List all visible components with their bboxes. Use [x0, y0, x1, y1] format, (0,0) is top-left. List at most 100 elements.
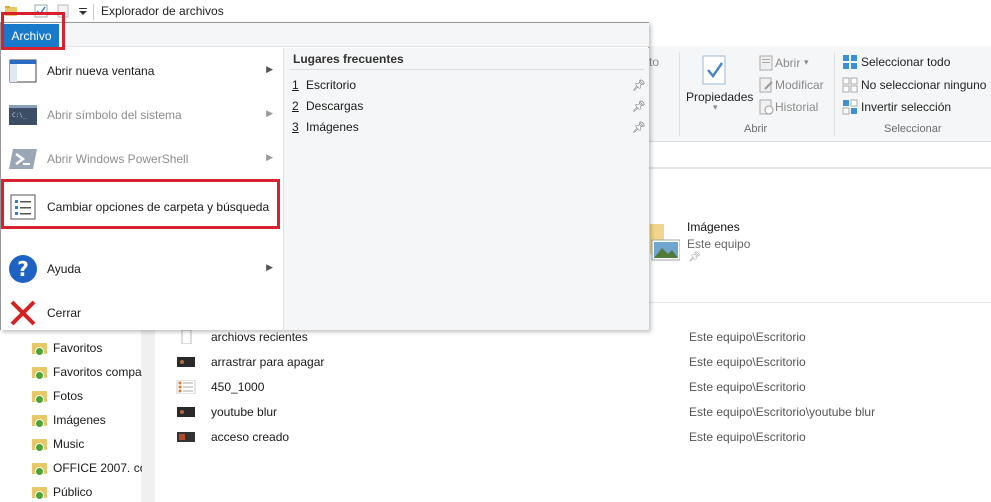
ribbon-separator [834, 52, 835, 136]
nav-item[interactable]: Favoritos [32, 338, 142, 358]
shared-folder-icon [32, 485, 48, 500]
edit-button[interactable]: Modificar [775, 78, 824, 92]
ribbon-partial-label: to [649, 55, 660, 69]
invert-selection-icon [842, 99, 858, 115]
chevron-right-icon: ▶ [266, 152, 273, 162]
invert-selection-button[interactable]: Invertir selección [861, 100, 951, 114]
menu-item-label: Abrir símbolo del sistema [47, 108, 182, 122]
frequent-places-divider [290, 69, 644, 70]
shared-folder-icon [32, 413, 48, 428]
nav-item[interactable]: Público [32, 482, 142, 502]
title-bar: Explorador de archivos [0, 0, 991, 24]
frequent-place-item[interactable]: 1 Escritorio 📌︎ [292, 75, 646, 95]
svg-text:?: ? [17, 257, 29, 281]
recent-file-name: youtube blur [211, 405, 278, 419]
nav-item-label: Favoritos [53, 341, 103, 355]
shared-folder-icon [32, 365, 48, 380]
recent-file-row[interactable]: arrastrar para apagar Este equipo\Escrito… [176, 351, 991, 373]
nav-item-label: Music [53, 437, 85, 451]
open-dropdown-arrow[interactable]: ▾ [804, 57, 809, 68]
history-button[interactable]: Historial [775, 100, 818, 114]
shared-folder-icon [32, 461, 48, 476]
open-button[interactable]: Abrir [775, 56, 800, 70]
frequent-places-panel: Lugares frecuentes 1 Escritorio 📌︎ 2 Descarg… [283, 48, 649, 330]
properties-icon[interactable] [700, 54, 730, 86]
command-prompt-icon: C:\_ [9, 105, 37, 125]
nav-item[interactable]: Imágenes [32, 410, 142, 430]
nav-item-label: Imágenes [53, 413, 106, 427]
list-image-icon [176, 379, 196, 395]
nav-item-label: OFFICE 2007. copia [53, 461, 142, 475]
properties-dropdown-arrow[interactable]: ▾ [713, 102, 718, 113]
menu-item-label: Abrir nueva ventana [47, 64, 155, 78]
select-all-button[interactable]: Seleccionar todo [861, 55, 950, 69]
menu-item-close[interactable]: Cerrar [3, 293, 281, 333]
help-icon: ? [9, 255, 37, 283]
highlight-box-file-tab [1, 12, 65, 50]
recent-file-path: Este equipo\Escritorio [689, 430, 806, 444]
nav-item[interactable]: OFFICE 2007. copia [32, 458, 142, 478]
nav-item-label: Favoritos compartidos [53, 365, 142, 379]
pin-icon[interactable]: 📌︎ [632, 100, 646, 113]
nav-item[interactable]: Music [32, 434, 142, 454]
nav-item[interactable]: Fotos [32, 386, 142, 406]
frequent-places-title: Lugares frecuentes [293, 52, 404, 66]
frequent-place-number: 2 [292, 99, 299, 113]
nav-scrollbar[interactable] [141, 330, 155, 502]
quick-access-name[interactable]: Imágenes [687, 220, 740, 234]
menu-item-powershell[interactable]: Abrir Windows PowerShell ▶ [3, 139, 281, 179]
recent-file-row[interactable]: 450_1000 Este equipo\Escritorio [176, 376, 991, 398]
shared-folder-icon [32, 437, 48, 452]
dark-image-icon [176, 405, 196, 419]
nav-item-label: Público [53, 485, 93, 499]
pin-icon: 📌︎ [688, 252, 701, 263]
close-icon [10, 300, 36, 326]
recent-file-row[interactable]: youtube blur Este equipo\Escritorio\youtu… [176, 401, 991, 423]
nav-item[interactable]: Favoritos compartidos [32, 362, 142, 382]
pictures-folder-icon[interactable] [650, 222, 680, 262]
menu-item-label: Abrir Windows PowerShell [47, 152, 189, 166]
properties-button[interactable]: Propiedades [686, 90, 753, 104]
recent-file-name: 450_1000 [211, 380, 265, 394]
select-none-icon [842, 77, 858, 93]
menu-item-new-window[interactable]: Abrir nueva ventana ▶ [3, 51, 281, 91]
frequent-place-item[interactable]: 3 Imágenes 📌︎ [292, 117, 646, 137]
file-menu: Abrir nueva ventana ▶ C:\_ Abrir símbolo… [0, 22, 649, 330]
menu-item-label: Cerrar [47, 306, 82, 320]
new-window-icon [9, 59, 37, 83]
menu-item-command-prompt[interactable]: C:\_ Abrir símbolo del sistema ▶ [3, 95, 281, 135]
menu-item-label: Ayuda [47, 262, 81, 276]
edit-icon [759, 77, 773, 93]
recent-file-name: arrastrar para apagar [211, 355, 325, 369]
history-icon [759, 99, 774, 115]
recent-file-name: acceso creado [211, 430, 290, 444]
recent-file-path: Este equipo\Escritorio [689, 355, 806, 369]
menu-top-strip [63, 23, 649, 47]
dark-image-icon [176, 355, 196, 369]
chevron-right-icon: ▶ [266, 64, 273, 74]
pin-icon[interactable]: 📌︎ [632, 121, 646, 134]
shared-folder-icon [32, 341, 48, 356]
divider [649, 168, 991, 169]
menu-item-help[interactable]: ? Ayuda ▶ [3, 249, 281, 289]
shared-folder-icon [32, 389, 48, 404]
frequent-place-name: Imágenes [306, 120, 359, 134]
recent-file-row[interactable]: acceso creado Este equipo\Escritorio [176, 426, 991, 448]
svg-text:C:\_: C:\_ [12, 112, 27, 119]
powershell-icon [9, 149, 37, 169]
chevron-right-icon: ▶ [266, 262, 273, 272]
frequent-place-name: Escritorio [306, 78, 357, 92]
shortcut-image-icon [176, 430, 196, 444]
highlight-box-folder-options [1, 179, 280, 229]
customize-toolbar-icon[interactable] [76, 4, 90, 18]
quick-access-location: Este equipo [687, 237, 751, 251]
open-group-caption: Abrir [744, 123, 768, 135]
select-none-button[interactable]: No seleccionar ninguno [861, 78, 986, 92]
frequent-place-name: Descargas [306, 99, 364, 113]
frequent-place-number: 3 [292, 120, 299, 134]
recent-file-path: Este equipo\Escritorio [689, 380, 806, 394]
ribbon-separator [679, 52, 680, 136]
frequent-place-item[interactable]: 2 Descargas 📌︎ [292, 96, 646, 116]
recent-file-path: Este equipo\Escritorio [689, 330, 806, 344]
pin-icon[interactable]: 📌︎ [632, 79, 646, 92]
